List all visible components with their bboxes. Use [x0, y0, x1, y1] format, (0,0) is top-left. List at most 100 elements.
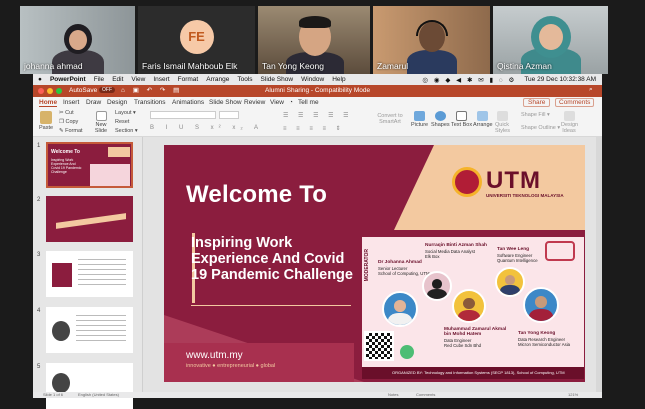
picture-button[interactable]: Picture: [411, 111, 428, 128]
slide-number: 2: [37, 197, 41, 203]
paragraph-buttons[interactable]: ☰ ☰ ☰ ☰ ☰: [283, 112, 353, 119]
video-tile-zamarul[interactable]: Zamarul: [373, 6, 490, 74]
lightbulb-icon: ◔: [289, 99, 293, 106]
thumb-poster: [90, 164, 130, 186]
arrange-button[interactable]: Arrange: [473, 111, 493, 128]
video-tile-qistina[interactable]: Qistina Azman: [493, 6, 608, 74]
slide-title: Welcome To: [186, 181, 328, 208]
tab-home[interactable]: Home: [39, 99, 58, 107]
comments-status-button[interactable]: Comments: [416, 392, 435, 397]
slide-thumbnail-2[interactable]: [46, 196, 133, 242]
menu-arrange[interactable]: Arrange: [206, 76, 229, 83]
menu-file[interactable]: File: [94, 76, 104, 83]
design-ideas-button[interactable]: Design Ideas: [561, 111, 578, 134]
menu-app-name[interactable]: PowerPoint: [50, 76, 86, 83]
new-slide-button[interactable]: New Slide: [93, 111, 109, 134]
tab-draw[interactable]: Draw: [86, 99, 101, 106]
cut-button[interactable]: ✂ Cut: [59, 110, 74, 116]
copy-button[interactable]: ❐ Copy: [59, 119, 78, 125]
text-box-button[interactable]: Text Box: [451, 111, 472, 128]
tab-animations[interactable]: Animations: [172, 99, 204, 106]
tab-insert[interactable]: Insert: [63, 99, 79, 106]
thumb-logo: [108, 147, 130, 157]
slide-tagline: innovative ● entrepreneurial ● global: [186, 363, 276, 369]
clipboard-icon: [40, 111, 53, 124]
tell-me-search[interactable]: Tell me: [298, 99, 319, 106]
thumb-photo: [52, 373, 70, 393]
font-family-select[interactable]: [150, 111, 216, 119]
tab-design[interactable]: Design: [107, 99, 127, 106]
quick-styles-icon: [496, 111, 508, 121]
slide-thumbnail-3[interactable]: [46, 251, 133, 297]
slide-thumbnail-4[interactable]: [46, 307, 133, 353]
tab-review[interactable]: Review: [244, 99, 265, 106]
participant-name: johanna ahmad: [24, 61, 83, 71]
minimize-window-button[interactable]: [47, 88, 53, 94]
menu-help[interactable]: Help: [332, 76, 345, 83]
reset-button[interactable]: Reset: [115, 119, 129, 125]
quick-styles-button[interactable]: Quick Styles: [495, 111, 510, 134]
video-tile-faris[interactable]: FE Faris Ismail Mahboub Elk: [138, 6, 255, 74]
ribbon-home: Paste ✂ Cut ❐ Copy ✎ Format New Slide La…: [33, 108, 602, 137]
participant-name: Tan Yong Keong: [262, 61, 324, 71]
slide-number: 5: [37, 364, 41, 370]
status-icons: ◎ ◉ ◆ ◀ ✱ ✉ ▮ ◌ ⚙: [422, 76, 517, 84]
convert-smartart-button[interactable]: Convert to SmartArt: [377, 113, 403, 125]
search-icon[interactable]: ⌕: [589, 86, 593, 94]
participant-hair: [299, 16, 331, 28]
slide-number: 3: [37, 252, 41, 258]
menu-window[interactable]: Window: [301, 76, 324, 83]
close-window-button[interactable]: [38, 88, 44, 94]
status-bar: Slide 1 of 6 English (United States) Not…: [33, 392, 602, 398]
video-tile-johanna[interactable]: johanna ahmad: [20, 6, 135, 74]
shape-fill-button[interactable]: Shape Fill ▾: [521, 112, 550, 118]
notes-button[interactable]: Notes: [388, 392, 398, 397]
shapes-button[interactable]: Shapes: [431, 111, 450, 128]
vertical-scrollbar[interactable]: [596, 137, 602, 398]
tab-slide-show[interactable]: Slide Show: [209, 99, 242, 106]
shapes-icon: [434, 111, 446, 121]
paste-button[interactable]: Paste: [39, 111, 53, 131]
speaker-2-name: Tan Wee Leng: [497, 247, 530, 252]
section-button[interactable]: Section ▾: [115, 128, 138, 134]
menu-format[interactable]: Format: [178, 76, 199, 83]
menu-insert[interactable]: Insert: [153, 76, 169, 83]
participant-name: Qistina Azman: [497, 61, 552, 71]
maximize-window-button[interactable]: [56, 88, 62, 94]
zoom-level[interactable]: 121%: [568, 392, 578, 397]
format-painter-button[interactable]: ✎ Format: [59, 128, 83, 134]
slide-number: 4: [37, 308, 41, 314]
participant-name: Zamarul: [377, 61, 409, 71]
slide-thumbnail-5[interactable]: [46, 363, 133, 409]
menu-tools[interactable]: Tools: [237, 76, 252, 83]
layout-button[interactable]: Layout ▾: [115, 110, 136, 116]
shape-outline-button[interactable]: Shape Outline ▾: [521, 125, 560, 131]
slide-thumbnail-panel[interactable]: 1 Welcome To Inspiring Work Experience A…: [33, 137, 143, 409]
current-slide[interactable]: Welcome To Inspiring Work Experience And…: [164, 145, 585, 382]
menu-edit[interactable]: Edit: [112, 76, 123, 83]
speaker-4-photo: [523, 287, 559, 323]
font-size-select[interactable]: [219, 111, 239, 119]
utm-crest-icon: [452, 167, 482, 197]
share-button[interactable]: Share: [523, 98, 551, 107]
apple-icon[interactable]: ●: [38, 76, 42, 83]
ribbon-tab-bar: Home Insert Draw Design Transitions Anim…: [33, 97, 602, 108]
chat-bubble-icon: [545, 241, 575, 261]
autosave-toggle[interactable]: OFF: [99, 87, 115, 93]
menu-view[interactable]: View: [131, 76, 145, 83]
quick-access-icons[interactable]: ⌂ ▣ ↶ ↷ ▤: [121, 86, 182, 94]
video-tile-tan[interactable]: Tan Yong Keong: [258, 6, 370, 74]
qr-code[interactable]: [364, 331, 394, 361]
mac-menu-bar: ● PowerPoint File Edit View Insert Forma…: [33, 74, 602, 85]
font-style-buttons[interactable]: B I U S x² x₂ A: [150, 125, 263, 131]
menu-slide-show[interactable]: Slide Show: [261, 76, 294, 83]
moderator-name: Dr Johanna Ahmad: [378, 260, 422, 265]
comments-button[interactable]: Comments: [555, 98, 595, 107]
tab-transitions[interactable]: Transitions: [134, 99, 166, 106]
slide-thumbnail-1[interactable]: Welcome To Inspiring Work Experience And…: [46, 142, 133, 188]
language-status[interactable]: English (United States): [78, 392, 119, 397]
tab-view[interactable]: View: [270, 99, 284, 106]
slide-subtitle: Inspiring Work Experience And Covid 19 P…: [191, 235, 353, 283]
thumb-photo: [52, 321, 70, 341]
alignment-buttons[interactable]: ≡ ≡ ≡ ≡ ⇕: [283, 125, 345, 132]
